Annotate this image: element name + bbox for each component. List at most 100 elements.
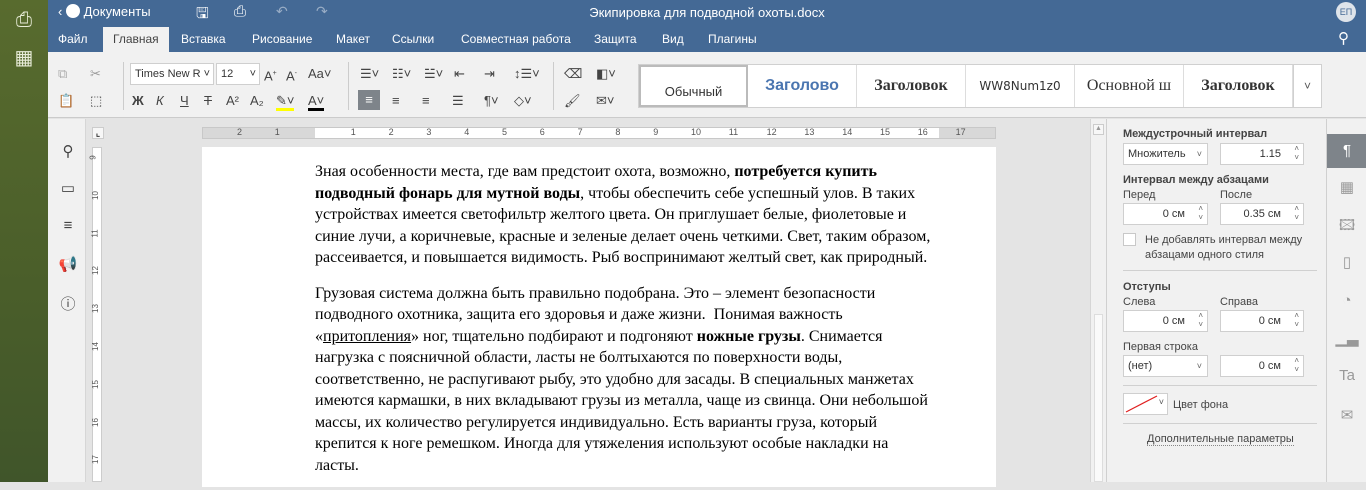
bullets-icon[interactable]: ☰˅ [360, 64, 379, 84]
feedback-icon[interactable]: 📢 [58, 255, 78, 275]
italic-button[interactable]: К [156, 91, 164, 111]
subscript-button[interactable]: A₂ [250, 91, 264, 111]
font-color-icon[interactable]: A˅ [308, 91, 325, 111]
first-line-value-input[interactable]: 0 см ˄ ˅ [1220, 355, 1304, 377]
tab-stop-selector[interactable]: ⌞ [92, 127, 104, 139]
about-icon[interactable]: ⓘ [58, 293, 78, 313]
mail-merge-icon[interactable]: ✉ [1327, 399, 1366, 433]
shape-settings-icon[interactable]: ◔ [1327, 284, 1366, 318]
paragraph-settings-icon[interactable]: ¶ [1327, 134, 1366, 168]
spacing-after-input[interactable]: 0.35 см ˄ ˅ [1220, 203, 1304, 225]
style-preset[interactable]: Заголовок [857, 65, 966, 107]
align-right-button[interactable]: ≡ [422, 91, 430, 111]
font-name-select[interactable]: Times New R ˅ [130, 63, 214, 85]
paste-icon[interactable]: 📋 [58, 91, 74, 111]
textart-settings-icon[interactable]: Ta [1327, 359, 1366, 393]
first-line-type-select[interactable]: (нет) ˅ [1123, 355, 1208, 377]
navigation-icon[interactable]: ≡ [58, 217, 78, 237]
horizontal-ruler[interactable]: 2 1 1 2 3 4 5 6 7 8 9 10 11 12 13 14 15 16 17 [202, 127, 996, 139]
no-space-same-style-checkbox[interactable] [1123, 233, 1136, 246]
cut-icon[interactable]: ✂ [90, 64, 101, 84]
tab-6[interactable]: Совместная работа [451, 27, 581, 52]
document-page[interactable]: Зная особенности места, где вам предстои… [202, 147, 996, 487]
select-all-icon[interactable]: ⬚ [90, 91, 102, 111]
clear-style-icon[interactable]: ⌫ [564, 64, 582, 84]
bold-button[interactable]: Ж [132, 91, 144, 111]
color-scheme-icon[interactable]: ◧˅ [596, 64, 616, 84]
strikethrough-button[interactable]: Т [204, 91, 212, 111]
vertical-ruler[interactable]: 9 10 11 12 13 14 15 16 17 [89, 147, 102, 482]
ruler-label: 3 [426, 127, 432, 137]
numbering-icon[interactable]: ☷˅ [392, 64, 411, 84]
comments-icon[interactable]: ▭ [58, 179, 78, 199]
line-spacing-icon[interactable]: ↕☰˅ [514, 64, 540, 84]
chart-settings-icon[interactable]: ▁▃ [1327, 322, 1366, 356]
text-line: подводного охотника, защита его здоровья… [315, 304, 930, 326]
underline-button[interactable]: Ч [180, 91, 189, 111]
search-icon[interactable]: ⚲ [58, 142, 78, 162]
indent-left-input[interactable]: 0 см ˄ ˅ [1123, 310, 1208, 332]
search-icon[interactable]: ⚲ [1338, 29, 1349, 47]
background-color-picker[interactable]: ˅ [1123, 393, 1168, 415]
paragraph-marks-icon[interactable]: ¶˅ [484, 91, 499, 111]
spacing-before-input[interactable]: 0 см ˄ ˅ [1123, 203, 1208, 225]
copy-icon[interactable]: ⧉ [58, 64, 67, 84]
tab-9[interactable]: Плагины [698, 27, 767, 52]
text-run: массы, их количество регулируется индиви… [315, 413, 878, 431]
highlight-icon[interactable]: ✎˅ [276, 91, 295, 111]
font-size-select[interactable]: 12 ˅ [216, 63, 260, 85]
header-footer-icon[interactable]: ▯ [1327, 246, 1366, 280]
shading-icon[interactable]: ◇˅ [514, 91, 532, 111]
style-preset[interactable]: Заголовок [1184, 65, 1293, 107]
align-left-button[interactable]: ≡ [358, 90, 380, 110]
tab-8[interactable]: Вид [652, 27, 694, 52]
vertical-scrollbar[interactable]: ▲ [1090, 119, 1106, 482]
indent-right-input[interactable]: 0 см ˄ ˅ [1220, 310, 1304, 332]
background-color-label: Цвет фона [1173, 399, 1229, 411]
paragraph-spacing-title: Интервал между абзацами [1123, 174, 1269, 186]
apps-grid-icon[interactable]: ▦ [12, 46, 36, 70]
text-run: ножные грузы [696, 327, 801, 345]
tab-4[interactable]: Макет [326, 27, 380, 52]
change-case-icon[interactable]: Aa˅ [308, 64, 332, 84]
scrollbar-thumb[interactable] [1094, 314, 1103, 482]
decrease-indent-icon[interactable]: ⇤ [454, 64, 465, 84]
tab-0[interactable]: Файл [48, 27, 98, 52]
tab-3[interactable]: Рисование [242, 27, 322, 52]
mail-merge-icon[interactable]: ✉˅ [596, 91, 614, 111]
align-center-button[interactable]: ≡ [392, 91, 400, 111]
copy-style-icon[interactable]: 🖌 [564, 91, 581, 111]
text-run: крепится к ноге ремешком. Иногда для утя… [315, 435, 889, 452]
advanced-settings-link[interactable]: Дополнительные параметры [1147, 433, 1294, 446]
screenshot-icon[interactable]: ⎙ [12, 8, 36, 32]
text-line: имеются кармашки, в них вкладывают грузы… [315, 390, 930, 412]
user-avatar[interactable]: ЕП [1336, 2, 1356, 22]
paragraph[interactable]: Зная особенности места, где вам предстои… [315, 161, 930, 269]
tab-1[interactable]: Главная [103, 27, 169, 52]
image-settings-icon[interactable]: 🖾 [1327, 209, 1366, 243]
tab-7[interactable]: Защита [584, 27, 647, 52]
superscript-button[interactable]: A² [226, 91, 239, 111]
line-spacing-type-select[interactable]: Множитель ˅ [1123, 143, 1208, 165]
styles-expand-icon[interactable]: ˅ [1293, 64, 1322, 108]
tab-5[interactable]: Ссылки [382, 27, 444, 52]
style-preset[interactable]: Заголово [748, 65, 857, 107]
decrease-font-icon[interactable]: A- [286, 64, 297, 84]
scroll-up-icon[interactable]: ▲ [1093, 124, 1104, 135]
text-run: , чтобы обеспечить себе успешный улов. В… [580, 184, 916, 202]
style-preset[interactable]: Обычный [639, 65, 748, 107]
text-line: синие лучи, а коричневые, красные и зеле… [315, 226, 930, 248]
line-spacing-value-input[interactable]: 1.15 ˄ ˅ [1220, 143, 1304, 165]
justify-button[interactable]: ☰ [452, 91, 464, 111]
tab-2[interactable]: Вставка [171, 27, 236, 52]
increase-font-icon[interactable]: A+ [264, 64, 277, 84]
increase-indent-icon[interactable]: ⇥ [484, 64, 495, 84]
style-preset[interactable]: WW8Num1z0 [966, 65, 1075, 107]
paragraph[interactable]: Грузовая система должна быть правильно п… [315, 283, 930, 477]
table-settings-icon[interactable]: ▦ [1327, 171, 1366, 205]
multilevel-icon[interactable]: ☱˅ [424, 64, 443, 84]
text-run: Зная особенности места, где вам предстои… [315, 163, 735, 180]
style-preset[interactable]: Основной ш [1075, 65, 1184, 107]
document-body[interactable]: Зная особенности места, где вам предстои… [315, 161, 930, 490]
text-run: Грузовая система должна быть правильно п… [315, 284, 876, 302]
